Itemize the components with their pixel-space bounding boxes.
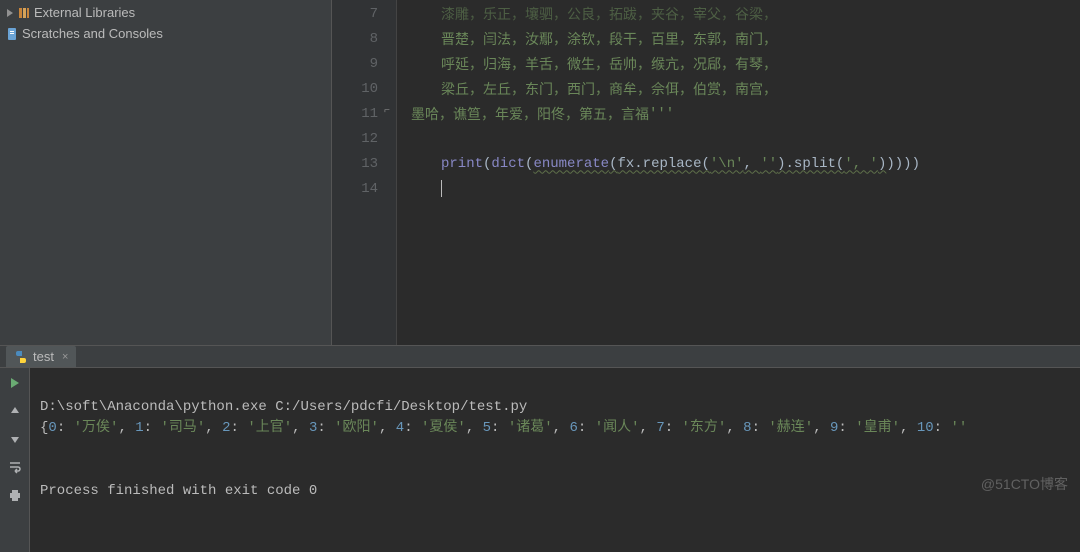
sidebar-item-scratches[interactable]: Scratches and Consoles — [0, 23, 331, 44]
code-line: 漆雕，乐正，壤驷，公良，拓跋，夹谷，宰父，谷梁， — [411, 1, 1080, 26]
sidebar-item-label: External Libraries — [34, 5, 135, 20]
code-line: 呼延，归海，羊舌，微生，岳帅，缑亢，况郈，有琴， — [411, 51, 1080, 76]
run-tab-bar: test × — [0, 346, 1080, 368]
run-tab-test[interactable]: test × — [6, 346, 76, 367]
text-caret — [441, 180, 442, 197]
line-number: 7 — [332, 1, 396, 26]
close-icon[interactable]: × — [62, 351, 68, 363]
soft-wrap-button[interactable] — [4, 456, 26, 478]
editor-gutter: 7 8 9 10 11⌐ 12 13 14 — [332, 0, 397, 345]
code-editor[interactable]: 7 8 9 10 11⌐ 12 13 14 漆雕，乐正，壤驷，公良，拓跋，夹谷，… — [332, 0, 1080, 345]
scroll-up-button[interactable] — [4, 400, 26, 422]
code-line: 墨哈，谯笪，年爱，阳佟，第五，言福''' — [411, 101, 1080, 126]
code-line: 梁丘，左丘，东门，西门，商牟，佘佴，伯赏，南宫， — [411, 76, 1080, 101]
code-line — [411, 176, 1080, 201]
console-exit: Process finished with exit code 0 — [40, 481, 1070, 502]
line-number: 11⌐ — [332, 101, 396, 126]
python-icon — [14, 350, 28, 364]
code-area[interactable]: 漆雕，乐正，壤驷，公良，拓跋，夹谷，宰父，谷梁， 晋楚，闫法，汝鄢，涂钦，段干，… — [397, 0, 1080, 345]
project-tree: External Libraries Scratches and Console… — [0, 0, 332, 345]
library-icon — [18, 7, 30, 19]
run-toolbar — [0, 368, 30, 552]
line-number: 8 — [332, 26, 396, 51]
run-panel: test × D:\soft\Anaconda\python.exe C:/Us… — [0, 345, 1080, 508]
code-line: 晋楚，闫法，汝鄢，涂钦，段干，百里，东郭，南门， — [411, 26, 1080, 51]
scratches-icon — [6, 28, 18, 40]
line-number: 14 — [332, 176, 396, 201]
code-line — [411, 126, 1080, 151]
run-tab-label: test — [33, 349, 54, 364]
chevron-right-icon — [6, 9, 14, 17]
console-output[interactable]: D:\soft\Anaconda\python.exe C:/Users/pdc… — [30, 368, 1080, 552]
code-line: print(dict(enumerate(fx.replace('\n', ''… — [411, 151, 1080, 176]
line-number: 12 — [332, 126, 396, 151]
rerun-button[interactable] — [4, 372, 26, 394]
scroll-down-button[interactable] — [4, 428, 26, 450]
line-number: 9 — [332, 51, 396, 76]
line-number: 13 — [332, 151, 396, 176]
print-button[interactable] — [4, 484, 26, 506]
console-cmd: D:\soft\Anaconda\python.exe C:/Users/pdc… — [40, 397, 1070, 418]
sidebar-item-external-libraries[interactable]: External Libraries — [0, 2, 331, 23]
console-line: {0: '万俟', 1: '司马', 2: '上官', 3: '欧阳', 4: … — [40, 418, 1070, 439]
fold-end-icon[interactable]: ⌐ — [384, 107, 394, 117]
line-number: 10 — [332, 76, 396, 101]
watermark: @51CTO博客 — [981, 474, 1068, 494]
sidebar-item-label: Scratches and Consoles — [22, 26, 163, 41]
